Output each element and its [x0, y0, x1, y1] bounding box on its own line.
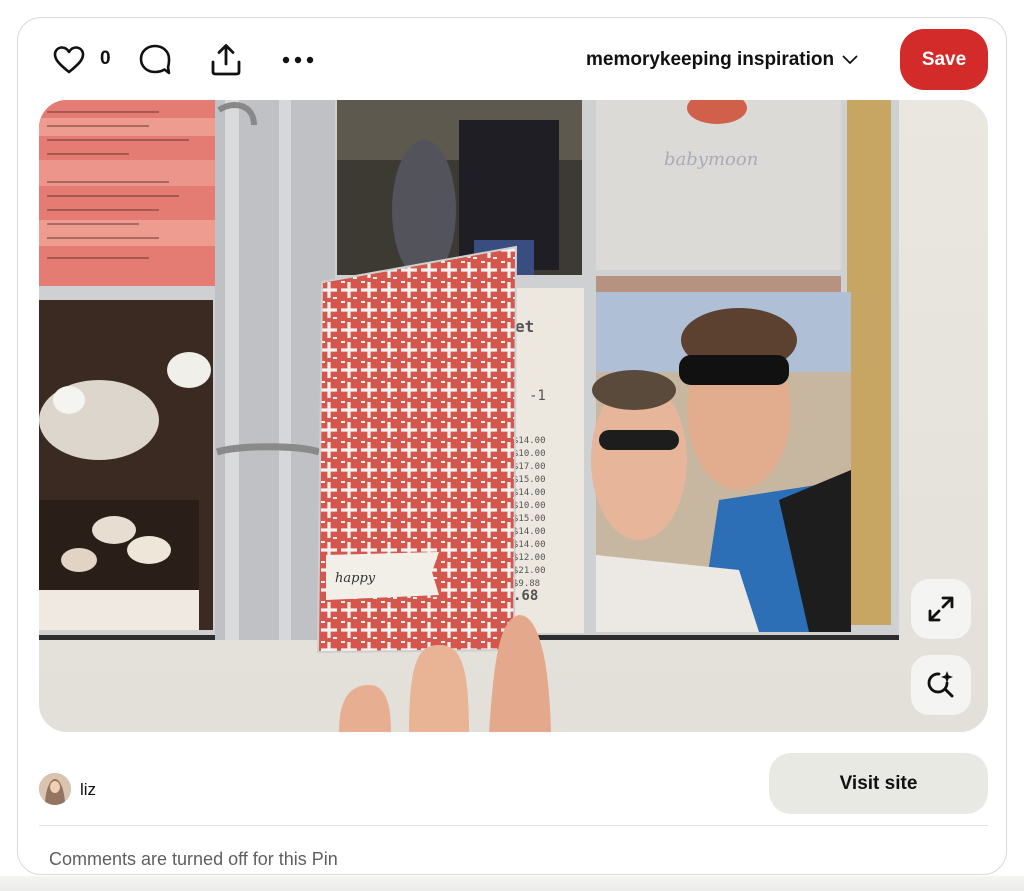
svg-text:-1: -1 [529, 388, 546, 404]
svg-text:happy: happy [335, 571, 376, 586]
svg-text:$15.00: $15.00 [513, 475, 546, 485]
svg-text:.68: .68 [513, 588, 538, 604]
more-options-button[interactable] [278, 42, 318, 78]
scrapbook-photo: babymoon et -1 $14.00 $10.00 $17.00 $15.00… [39, 100, 988, 732]
board-selector[interactable]: memorykeeping inspiration [586, 46, 858, 74]
svg-text:$14.00: $14.00 [513, 436, 546, 446]
svg-text:$14.00: $14.00 [513, 488, 546, 498]
svg-text:$15.00: $15.00 [513, 514, 546, 524]
avatar[interactable] [39, 773, 71, 805]
svg-text:$10.00: $10.00 [513, 449, 546, 459]
pin-card: 0 memorykeeping inspiration Save babymoo… [17, 17, 1007, 875]
svg-text:$10.00: $10.00 [513, 501, 546, 511]
svg-text:$14.00: $14.00 [513, 540, 546, 550]
svg-text:$12.00: $12.00 [513, 553, 546, 563]
more-icon [282, 56, 314, 64]
svg-text:$17.00: $17.00 [513, 462, 546, 472]
comments-disabled-note: Comments are turned off for this Pin [49, 849, 338, 869]
page-bottom-edge [0, 876, 1024, 891]
like-button[interactable] [52, 43, 86, 77]
pin-image[interactable]: babymoon et -1 $14.00 $10.00 $17.00 $15.00… [39, 100, 988, 732]
pin-toolbar: 0 memorykeeping inspiration Save [18, 18, 1006, 100]
svg-text:$14.00: $14.00 [513, 527, 546, 537]
author-name[interactable]: liz [80, 780, 96, 800]
heart-icon [53, 46, 85, 74]
visual-search-icon [927, 671, 954, 698]
visit-site-button[interactable]: Visit site [769, 753, 988, 814]
save-button[interactable]: Save [900, 29, 988, 90]
share-button[interactable] [206, 40, 246, 80]
comment-button[interactable] [137, 42, 173, 78]
comment-icon [139, 44, 171, 75]
visual-search-button[interactable] [911, 655, 971, 715]
like-count: 0 [100, 48, 111, 69]
svg-text:$21.00: $21.00 [513, 566, 546, 576]
svg-text:babymoon: babymoon [664, 149, 758, 170]
board-name: memorykeeping inspiration [586, 49, 835, 70]
chevron-down-icon [842, 55, 858, 64]
share-icon [211, 44, 241, 76]
divider [39, 825, 988, 826]
expand-button[interactable] [911, 579, 971, 639]
expand-icon [928, 596, 954, 622]
svg-text:et: et [515, 317, 534, 336]
